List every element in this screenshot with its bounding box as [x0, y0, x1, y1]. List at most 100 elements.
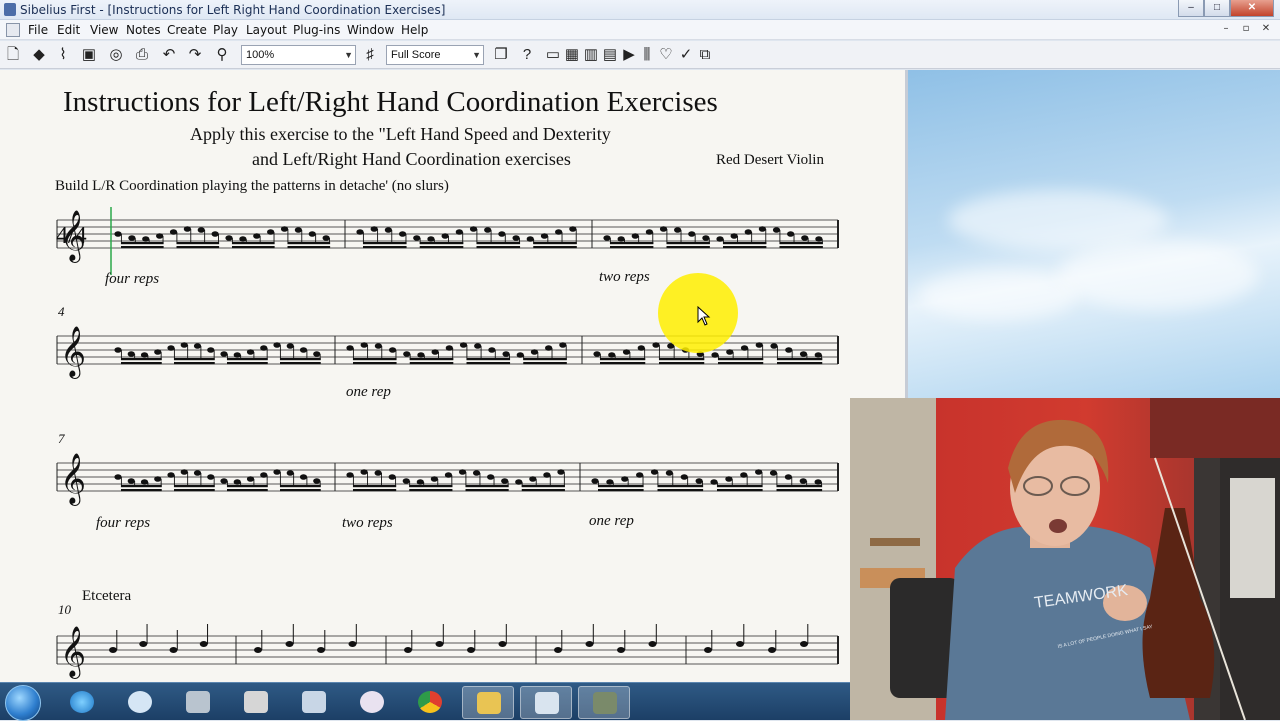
note-head — [114, 474, 122, 480]
transpose-icon[interactable]: ♯ — [361, 46, 379, 64]
note-head — [211, 231, 219, 237]
beam — [523, 358, 567, 361]
play-icon[interactable]: ▶ — [620, 46, 638, 64]
note-head — [758, 226, 766, 232]
undo-icon[interactable]: ↶ — [160, 46, 178, 64]
file-explorer-taskbar-icon[interactable] — [462, 686, 514, 719]
open-file-icon[interactable]: ◆ — [30, 46, 48, 64]
menu-plugins[interactable]: Plug-ins — [293, 23, 340, 37]
scan-icon[interactable]: ⌇ — [54, 46, 72, 64]
note-head — [512, 235, 520, 241]
score-page[interactable]: Instructions for Left/Right Hand Coordin… — [0, 70, 905, 682]
zoom-select[interactable]: 100% ▼ — [241, 45, 356, 65]
quarter-note-head — [617, 647, 625, 653]
parts-icon[interactable]: ❐ — [492, 46, 510, 64]
itunes-taskbar-icon[interactable] — [114, 686, 166, 719]
note-head — [555, 229, 563, 235]
paint-taskbar-icon[interactable] — [346, 686, 398, 719]
note-head — [374, 470, 382, 476]
annotation-two-reps: two reps — [342, 515, 393, 531]
beam — [523, 362, 567, 365]
maximize-button[interactable]: □ — [1204, 0, 1230, 17]
note-head — [167, 345, 175, 351]
close-button[interactable]: ✕ — [1230, 0, 1274, 17]
video-icon[interactable]: ⧉ — [696, 46, 714, 64]
zoom-tool-icon[interactable]: ⚲ — [213, 46, 231, 64]
beam — [121, 485, 162, 488]
drive-taskbar-icon[interactable] — [230, 686, 282, 719]
menu-edit[interactable]: Edit — [57, 23, 80, 37]
beam — [600, 358, 646, 361]
note-head — [593, 351, 601, 357]
minimize-button[interactable]: – — [1178, 0, 1204, 17]
redo-icon[interactable]: ↷ — [186, 46, 204, 64]
menu-view[interactable]: View — [90, 23, 118, 37]
playback-line-icon[interactable]: ⫼ — [638, 46, 656, 64]
note-head — [225, 235, 233, 241]
mdi-close-button[interactable]: ✕ — [1258, 22, 1274, 36]
kontakt-icon[interactable]: ▤ — [601, 46, 619, 64]
note-head — [370, 226, 378, 232]
note-head — [427, 236, 435, 242]
note-head — [569, 226, 577, 232]
sibelius-first-taskbar-icon[interactable] — [578, 686, 630, 719]
note-head — [246, 349, 255, 355]
internet-explorer-taskbar-icon[interactable] — [56, 686, 108, 719]
menu-notes[interactable]: Notes — [126, 23, 161, 37]
beam — [718, 358, 764, 361]
chevron-down-icon: ▼ — [344, 50, 353, 60]
menu-window[interactable]: Window — [347, 23, 394, 37]
note-head — [603, 235, 611, 241]
chrome-taskbar-icon[interactable] — [404, 686, 456, 719]
note-head — [557, 469, 565, 475]
media-player-taskbar-icon[interactable] — [172, 686, 224, 719]
keypad-icon[interactable]: ▦ — [563, 46, 581, 64]
note-head — [501, 478, 509, 484]
note-head — [621, 476, 629, 482]
cd-icon[interactable]: ◎ — [107, 46, 125, 64]
note-head — [308, 231, 316, 237]
sibelius-app-icon[interactable] — [4, 3, 16, 16]
note-head — [458, 469, 467, 475]
sibelius-taskbar-icon[interactable] — [520, 686, 572, 719]
note-head — [455, 229, 463, 235]
print-icon[interactable]: ⎙ — [133, 46, 151, 64]
score-view-select[interactable]: Full Score ▼ — [386, 45, 484, 65]
note-head — [772, 227, 781, 233]
calculator-taskbar-icon[interactable] — [288, 686, 340, 719]
menu-layout[interactable]: Layout — [246, 23, 287, 37]
time-signature: 4/4 — [56, 223, 87, 249]
help-icon[interactable]: ? — [518, 46, 536, 64]
properties-icon[interactable]: ✓ — [677, 46, 695, 64]
menu-play[interactable]: Play — [213, 23, 238, 37]
note-head — [260, 472, 268, 478]
side-panel-background — [905, 70, 1280, 400]
beam — [287, 242, 331, 245]
beam — [533, 246, 577, 249]
note-head — [726, 349, 734, 355]
note-head — [416, 479, 424, 485]
new-file-icon[interactable]: 🗋 — [4, 46, 22, 64]
mdi-minimize-button[interactable]: – — [1218, 22, 1234, 36]
menu-help[interactable]: Help — [401, 23, 428, 37]
menu-file[interactable]: File — [28, 23, 48, 37]
beam — [353, 485, 397, 488]
start-button[interactable] — [5, 685, 41, 721]
beam — [598, 485, 644, 488]
beam — [600, 362, 646, 365]
note-head — [299, 347, 308, 353]
note-head — [128, 235, 136, 241]
save-icon[interactable]: ▣ — [80, 46, 98, 64]
beam — [409, 485, 453, 488]
beam — [657, 485, 704, 488]
ideas-icon[interactable]: ♡ — [657, 46, 675, 64]
note-head — [711, 352, 719, 358]
taskbar — [0, 682, 850, 721]
navigator-icon[interactable]: ▭ — [544, 46, 562, 64]
mixer-icon[interactable]: ▥ — [582, 46, 600, 64]
note-head — [197, 227, 205, 233]
menu-create[interactable]: Create — [167, 23, 207, 37]
document-icon[interactable] — [6, 23, 20, 37]
mdi-restore-button[interactable]: ▫ — [1238, 22, 1254, 36]
beam — [610, 242, 654, 245]
